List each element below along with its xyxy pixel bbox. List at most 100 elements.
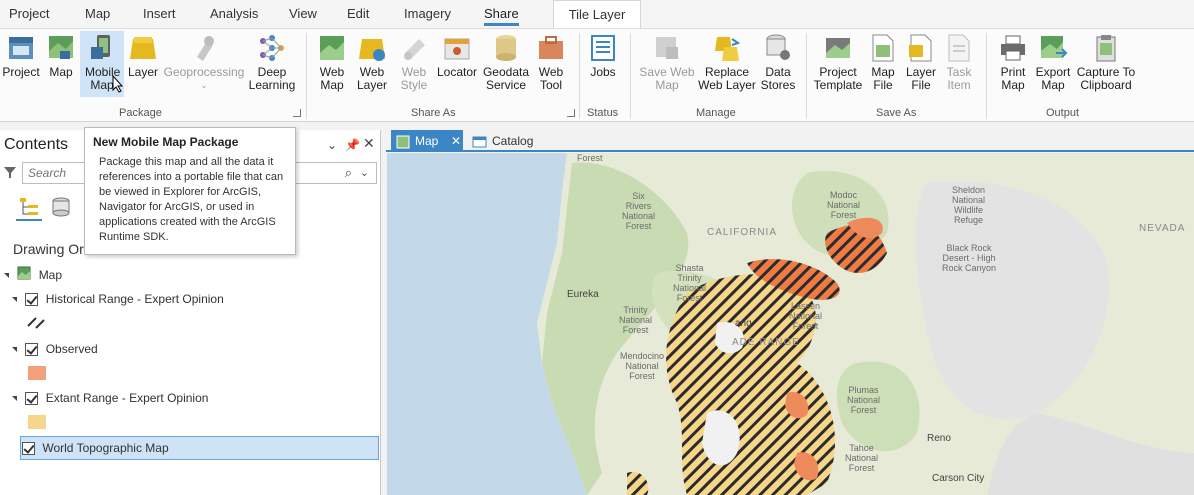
jobs-icon [588,33,618,63]
share-locator-button[interactable]: Locator [435,31,479,97]
save-web-map-label: Save Web Map [639,65,695,92]
tab-edit[interactable]: Edit [347,6,369,21]
map-canvas[interactable]: Forest Six Rivers National Forest Modoc … [387,153,1194,495]
project-template-icon [823,33,853,63]
mobile-map-icon [87,33,117,63]
layer-visibility-checkbox[interactable] [25,392,39,406]
layer-file-icon [906,33,936,63]
save-task-item-button[interactable]: Task Item [941,31,977,97]
search-icon[interactable]: ⌕ [345,165,352,181]
map-view-tab-label: Map [415,134,439,148]
collapse-icon[interactable] [12,297,17,303]
tree-row-observed[interactable]: Observed [12,339,98,359]
map-label-tahoe: Tahoe National Forest [845,443,879,473]
share-web-style-button[interactable]: Web Style [394,31,434,97]
tree-row-extant-range[interactable]: Extant Range - Expert Opinion [12,388,208,408]
manage-replace-web-layer-button[interactable]: Replace Web Layer [698,31,756,97]
status-jobs-button[interactable]: Jobs [584,31,622,97]
save-layer-file-button[interactable]: Layer File [902,31,940,97]
save-map-file-button[interactable]: Map File [866,31,900,97]
map-icon [17,266,31,286]
web-style-label: Web Style [400,65,428,92]
hatch-symbol-icon[interactable] [26,314,48,333]
layer-visibility-checkbox[interactable] [25,293,39,307]
mouse-cursor-icon [112,74,124,96]
map-package-icon [46,33,76,63]
collapse-icon[interactable] [12,396,17,402]
tab-tile-layer[interactable]: Tile Layer [553,0,641,28]
close-map-view-icon[interactable]: ✕ [451,130,461,152]
web-map-label: Web Map [319,65,345,92]
layer-name: Extant Range - Expert Opinion [45,391,209,405]
output-capture-to-clipboard-button[interactable]: Capture To Clipboard [1075,31,1137,97]
pane-menu-icon[interactable]: ⌄ [327,138,337,152]
package-layer-label: Layer [127,65,159,79]
replace-web-layer-label: Replace Web Layer [698,65,756,92]
region-label-nevada: NEVADA [1139,223,1186,234]
close-icon[interactable]: ✕ [363,135,375,152]
web-map-icon [317,33,347,63]
share-geodata-service-button[interactable]: Geodata Service [481,31,531,97]
extant-symbol-swatch[interactable] [28,415,46,429]
filter-icon[interactable] [3,165,17,182]
layer-name: World Topographic Map [42,441,169,455]
package-launcher-icon[interactable] [293,109,301,117]
web-style-icon [399,33,429,63]
layer-file-label: Layer File [905,65,937,92]
tab-catalog-view[interactable]: Catalog [468,130,548,152]
share-web-map-button[interactable]: Web Map [313,31,351,97]
tree-row-historical-range[interactable]: Historical Range - Expert Opinion [12,289,224,309]
manage-data-stores-button[interactable]: Data Stores [758,31,798,97]
save-project-template-button[interactable]: Project Template [812,31,864,97]
list-by-drawing-order-icon[interactable] [18,196,40,221]
catalog-tab-label: Catalog [492,134,534,148]
share-as-launcher-icon[interactable] [567,109,575,117]
package-deep-learning-button[interactable]: Deep Learning [246,31,298,97]
layer-name: Observed [45,342,98,356]
web-tool-label: Web Tool [538,65,564,92]
manage-group-label: Manage [696,107,736,119]
layer-visibility-checkbox[interactable] [25,343,39,357]
layer-name: Historical Range - Expert Opinion [45,292,224,306]
package-map-button[interactable]: Map [43,31,79,97]
observed-symbol-swatch[interactable] [28,366,46,380]
tree-row-world-topographic-map[interactable]: World Topographic Map [22,438,169,458]
tab-project[interactable]: Project [9,6,49,21]
tab-map[interactable]: Map [85,6,110,21]
share-web-tool-button[interactable]: Web Tool [532,31,570,97]
print-icon [998,33,1028,63]
tree-row-map[interactable]: Map [4,265,62,285]
map-label-forest: Forest [577,153,603,163]
map-layer-name: Map [38,268,63,282]
divider [306,33,307,119]
package-layer-button[interactable]: Layer [125,31,161,97]
export-map-icon [1038,33,1068,63]
tab-imagery[interactable]: Imagery [404,6,451,21]
output-export-map-button[interactable]: Export Map [1033,31,1073,97]
map-label-shasta: Shasta Trinity National Forest [673,263,707,303]
region-label-cascade-range: ADE RANGE [732,337,800,348]
web-layer-label: Web Layer [356,65,388,92]
package-geoprocessing-button[interactable]: Geoprocessing ⌄ [163,31,245,97]
tab-insert[interactable]: Insert [143,6,176,21]
tab-map-view[interactable]: Map ✕ [391,130,463,152]
pin-icon[interactable]: 📌 [345,138,360,152]
collapse-icon[interactable] [12,347,17,353]
collapse-icon[interactable] [4,273,9,279]
list-by-data-source-icon[interactable] [50,196,72,221]
map-label-plumas: Plumas National Forest [847,385,881,415]
tab-analysis[interactable]: Analysis [210,6,258,21]
tooltip-body: Package this map and all the data it ref… [99,156,284,243]
search-options-chevron-icon[interactable]: ⌄ [360,166,369,179]
share-web-layer-button[interactable]: Web Layer [352,31,392,97]
divider [579,33,580,119]
view-tab-bar: Map ✕ Catalog [386,130,1194,152]
package-project-button[interactable]: Project [1,31,41,97]
package-project-label: Project [2,65,40,79]
manage-save-web-map-button[interactable]: Save Web Map [637,31,697,97]
layer-visibility-checkbox[interactable] [22,442,35,456]
tab-share[interactable]: Share [484,6,519,26]
tab-view[interactable]: View [289,6,317,21]
output-print-map-button[interactable]: Print Map [994,31,1032,97]
locator-icon [442,33,472,63]
